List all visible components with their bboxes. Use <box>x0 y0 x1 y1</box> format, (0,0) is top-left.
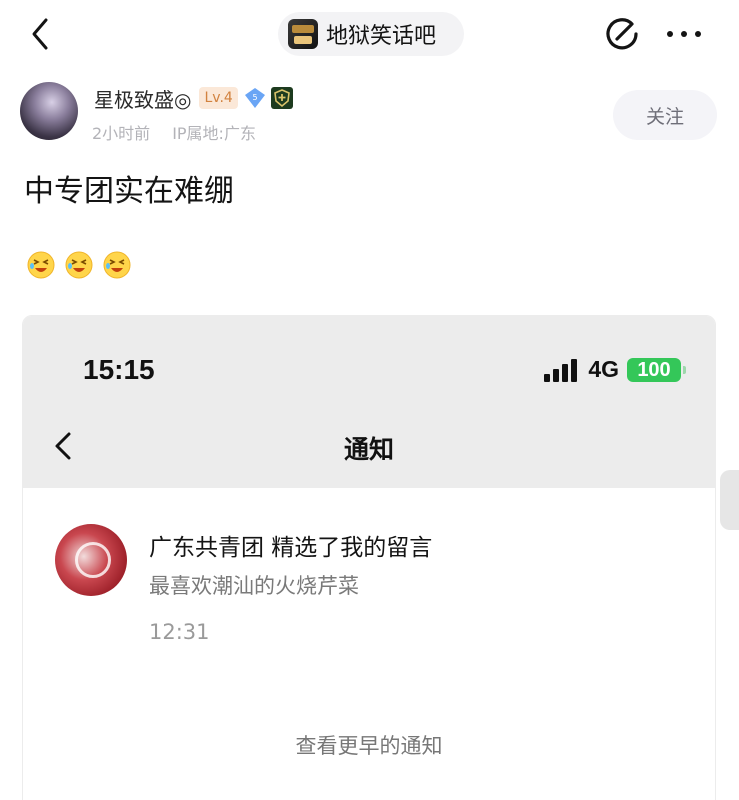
forum-logo <box>288 19 318 49</box>
signal-icon <box>544 358 578 382</box>
notification-avatar <box>55 524 127 596</box>
laughing-emoji-icon <box>65 251 93 279</box>
floating-side-handle[interactable] <box>720 470 739 530</box>
more-button[interactable] <box>664 26 704 42</box>
status-bar-indicators: 4G 100 <box>542 356 686 383</box>
follow-button[interactable]: 关注 <box>613 90 717 140</box>
status-bar-time: 15:15 <box>83 354 155 385</box>
level-badge: Lv.4 <box>199 87 238 109</box>
notification-title: 广东共青团 精选了我的留言 <box>149 535 433 561</box>
notification-time: 12:31 <box>149 620 210 644</box>
shield-badge-icon <box>270 87 293 109</box>
post-meta: 2小时前 IP属地:广东 <box>92 120 256 144</box>
notification-item: 广东共青团 精选了我的留言 最喜欢潮汕的火烧芹菜 12:31 <box>23 516 715 666</box>
embedded-screenshot[interactable]: 15:15 4G 100 通知 广东共青团 精选了我的留言 最喜欢潮汕的火烧芹菜… <box>22 315 716 800</box>
post-title: 中专团实在难绷 <box>24 174 234 209</box>
battery-indicator: 100 <box>627 357 686 382</box>
emoji-row <box>26 250 132 280</box>
forum-title-pill[interactable]: 地狱笑话吧 <box>278 12 464 56</box>
username-row: 星极致盛◎ Lv.4 5 <box>94 82 294 114</box>
diamond-badge-number: 5 <box>252 93 257 102</box>
laughing-emoji-icon <box>103 251 131 279</box>
post-time: 2小时前 <box>92 124 151 143</box>
chevron-left-icon <box>32 18 48 50</box>
forum-name: 地狱笑话吧 <box>326 24 437 49</box>
user-avatar[interactable] <box>20 82 78 140</box>
network-type: 4G <box>588 356 619 382</box>
notification-comment: 最喜欢潮汕的火烧芹菜 <box>149 574 359 598</box>
top-navigation-bar: 地狱笑话吧 <box>0 0 739 72</box>
edit-button[interactable] <box>602 14 642 54</box>
ip-location: IP属地:广东 <box>172 124 256 143</box>
laughing-emoji-icon <box>27 251 55 279</box>
username[interactable]: 星极致盛◎ <box>94 84 191 113</box>
edit-icon <box>606 18 638 50</box>
embedded-header: 15:15 4G 100 通知 <box>23 316 715 488</box>
diamond-badge-icon: 5 <box>244 88 265 108</box>
more-dots-icon <box>667 31 701 37</box>
notification-page-title: 通知 <box>343 435 394 464</box>
back-button[interactable] <box>22 14 58 54</box>
view-earlier-notifications: 查看更早的通知 <box>295 734 443 758</box>
